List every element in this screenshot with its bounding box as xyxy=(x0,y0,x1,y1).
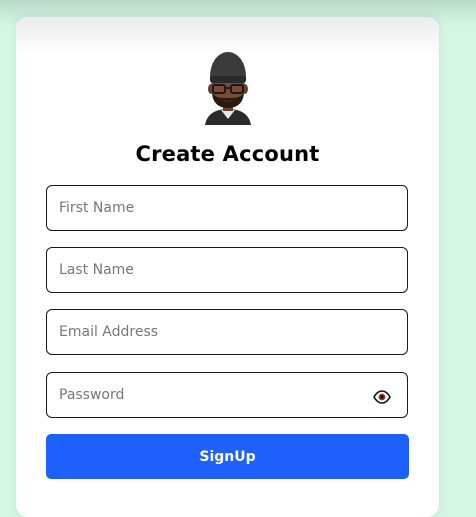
last-name-field-wrapper xyxy=(46,247,408,293)
page-title: Create Account xyxy=(135,142,320,166)
signup-card: Create Account SignUp xyxy=(16,17,439,517)
password-input[interactable] xyxy=(47,373,407,417)
first-name-field-wrapper xyxy=(46,185,408,231)
first-name-input[interactable] xyxy=(47,186,407,230)
signup-button[interactable]: SignUp xyxy=(46,434,409,479)
password-field-wrapper xyxy=(46,372,408,418)
last-name-input[interactable] xyxy=(47,248,407,292)
email-input[interactable] xyxy=(47,310,407,354)
avatar-icon xyxy=(205,52,251,125)
eye-icon[interactable] xyxy=(373,390,391,404)
email-field-wrapper xyxy=(46,309,408,355)
